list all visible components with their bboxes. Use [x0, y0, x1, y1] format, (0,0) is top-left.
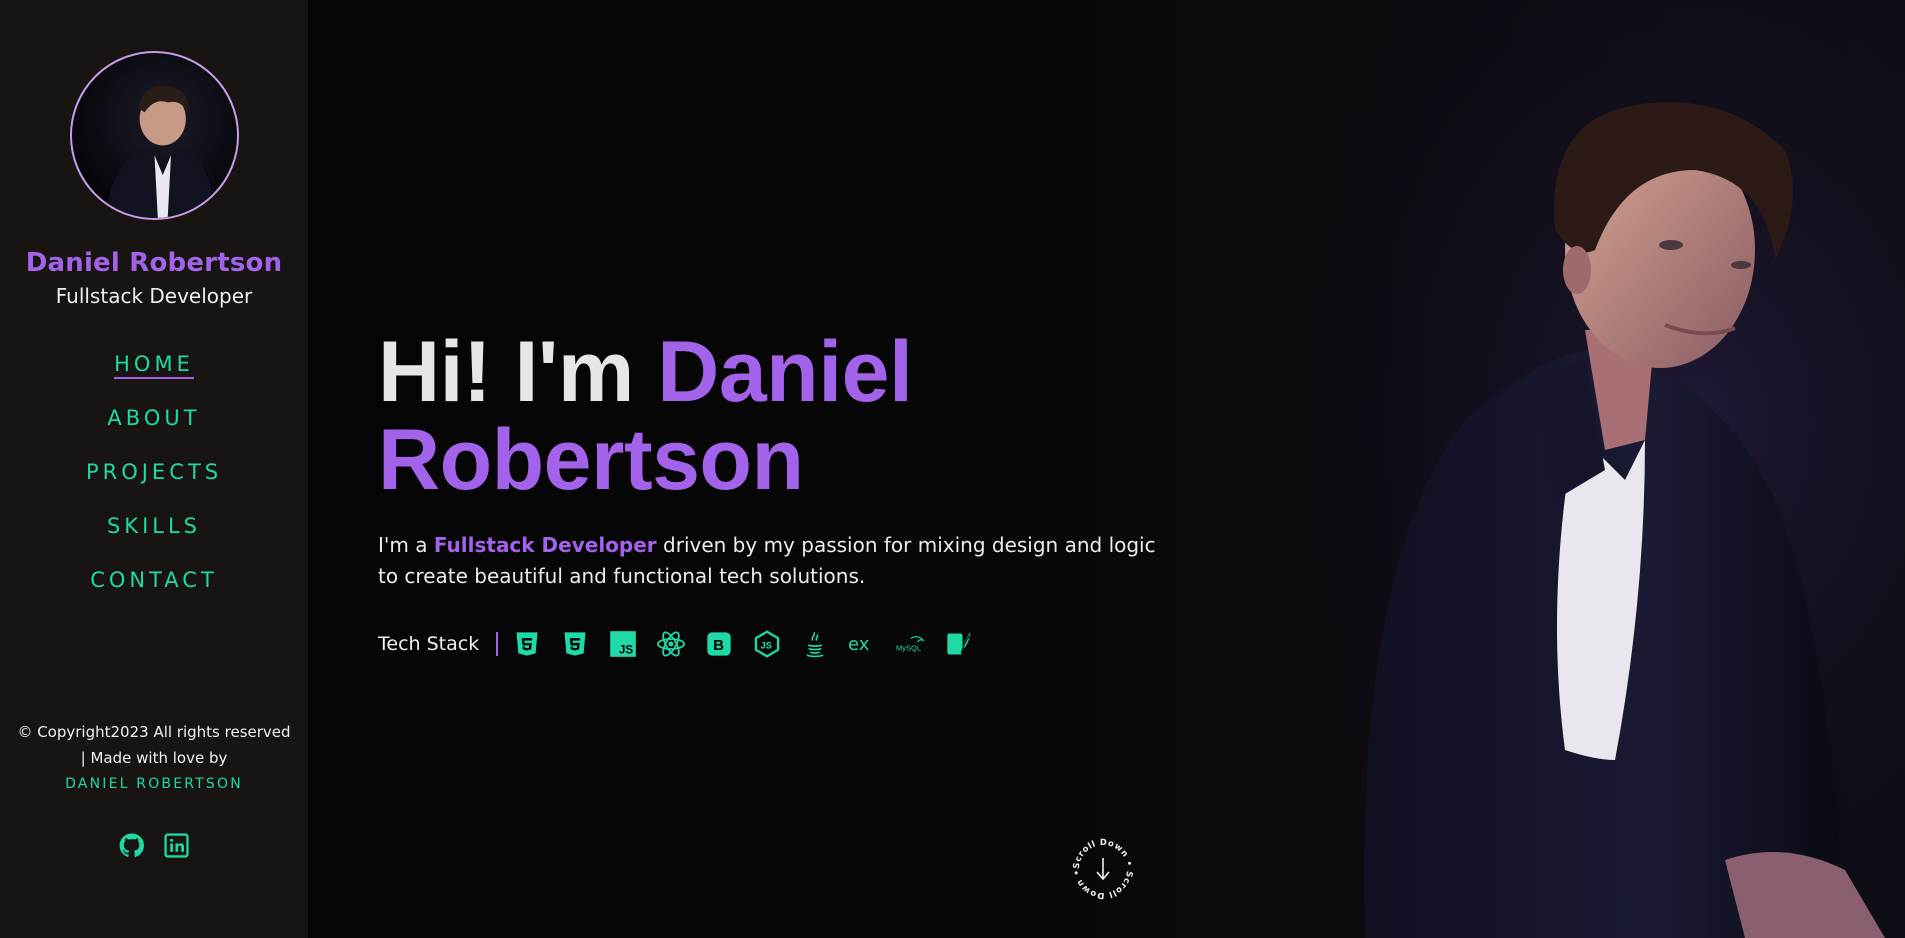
- linkedin-icon[interactable]: [164, 833, 189, 858]
- tech-stack: Tech Stack JS B JS ex MySQL: [378, 629, 974, 659]
- avatar: [69, 51, 239, 220]
- nodejs-icon: JS: [752, 629, 782, 659]
- svg-text:MySQL: MySQL: [896, 644, 921, 653]
- hero-tagline: I'm a Fullstack Developer driven by my p…: [378, 530, 1178, 592]
- svg-text:B: B: [713, 637, 724, 654]
- copyright: © Copyright2023 All rights reserved | Ma…: [0, 719, 308, 797]
- headline-greeting: Hi! I'm: [378, 324, 658, 420]
- sidebar-name: Daniel Robertson: [25, 248, 283, 278]
- tech-stack-icons: JS B JS ex MySQL: [512, 629, 974, 659]
- svg-text:ex: ex: [848, 634, 870, 655]
- copyright-made-with: | Made with love by: [80, 749, 228, 767]
- tagline-prefix: I'm a: [378, 533, 434, 557]
- nav-about[interactable]: ABOUT: [107, 406, 200, 433]
- github-icon[interactable]: [119, 833, 144, 858]
- bootstrap-icon: B: [704, 629, 734, 659]
- css3-icon: [560, 629, 590, 659]
- copyright-author[interactable]: DANIEL ROBERTSON: [0, 771, 308, 797]
- tech-stack-label: Tech Stack: [378, 633, 480, 655]
- hero-headline: Hi! I'm Daniel Robertson: [378, 328, 1178, 504]
- sqlite-icon: [944, 629, 974, 659]
- nav-home[interactable]: HOME: [114, 352, 194, 379]
- main-nav: HOME ABOUT PROJECTS SKILLS CONTACT: [86, 352, 222, 622]
- express-icon: ex: [848, 629, 878, 659]
- social-links: [0, 833, 308, 858]
- svg-text:JS: JS: [619, 643, 633, 656]
- headline-first-name: Daniel: [657, 324, 913, 420]
- javascript-icon: JS: [608, 629, 638, 659]
- html5-icon: [512, 629, 542, 659]
- tagline-highlight: Fullstack Developer: [433, 533, 657, 557]
- copyright-text: © Copyright2023 All rights reserved: [17, 723, 291, 741]
- tech-stack-divider: [496, 632, 499, 656]
- nav-contact[interactable]: CONTACT: [90, 568, 218, 595]
- nav-projects[interactable]: PROJECTS: [86, 460, 222, 487]
- sidebar-role: Fullstack Developer: [55, 284, 253, 308]
- react-icon: [656, 629, 686, 659]
- headline-last-name: Robertson: [378, 412, 804, 508]
- nav-skills[interactable]: SKILLS: [107, 514, 201, 541]
- hero-portrait: [1205, 0, 1905, 938]
- scroll-down-button[interactable]: Scroll Down • Scroll Down •: [1070, 836, 1136, 902]
- mysql-icon: MySQL: [896, 629, 926, 659]
- arrow-down-icon: [1096, 858, 1110, 881]
- java-icon: [800, 629, 830, 659]
- sidebar: Daniel Robertson Fullstack Developer HOM…: [0, 0, 308, 938]
- svg-text:JS: JS: [761, 641, 772, 651]
- avatar-portrait: [104, 85, 217, 218]
- hero-section: Hi! I'm Daniel Robertson I'm a Fullstack…: [308, 0, 1905, 938]
